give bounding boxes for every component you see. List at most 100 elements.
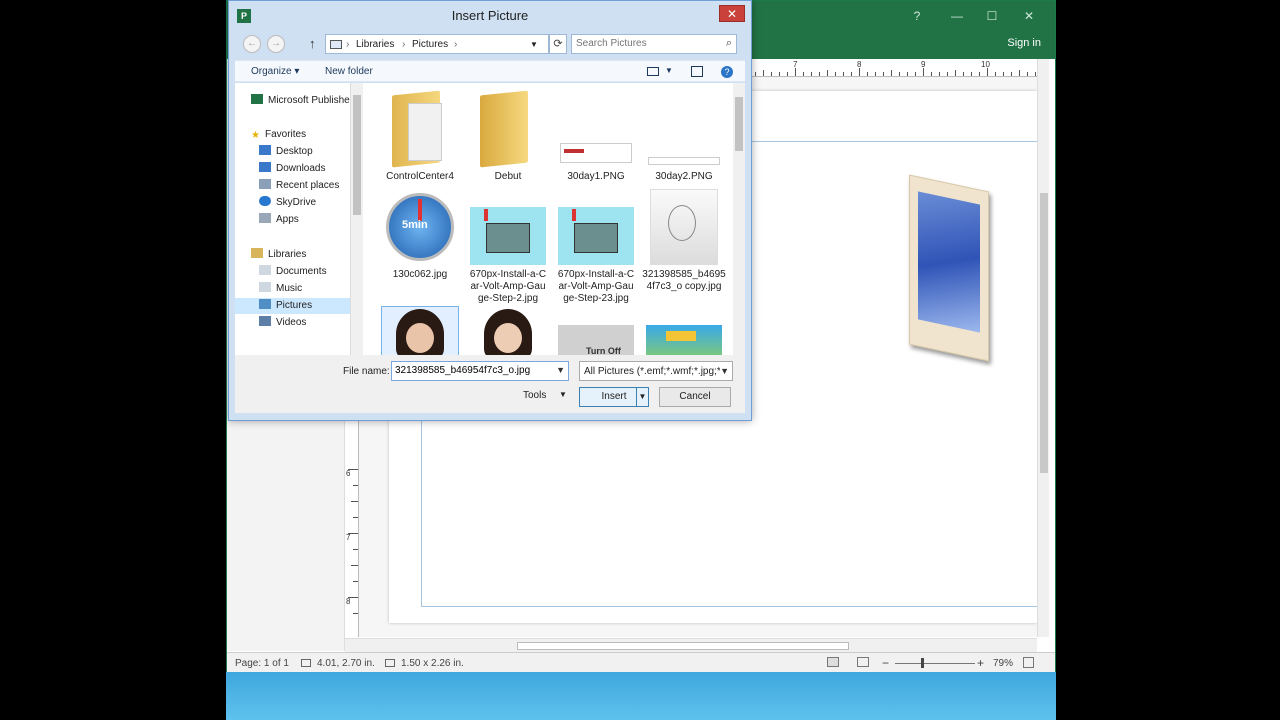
file-item[interactable]: 670px-Install-a-C ar-Volt-Amp-Gau ge-Ste… [465,189,551,305]
publisher-icon [251,94,263,104]
single-page-view-icon[interactable] [827,657,839,667]
file-item[interactable]: 5min 130c062.jpg [377,189,463,281]
apps-icon [259,213,271,223]
file-item-selected[interactable] [377,306,463,355]
breadcrumb-separator: › [346,39,350,50]
new-folder-button[interactable]: New folder [325,66,373,77]
scroll-thumb[interactable] [1040,193,1048,473]
file-name: 130c062.jpg [392,269,448,280]
file-name-line: ar-Volt-Amp-Gau [470,281,546,292]
command-toolbar: Organize ▾ New folder ▼ ? [235,60,745,82]
libraries-icon [251,248,263,258]
chevron-down-icon[interactable]: ▼ [559,390,567,399]
file-item[interactable]: 321398585_b4695 4f7c3_o copy.jpg [641,189,727,293]
file-item[interactable]: 30day1.PNG [553,91,639,183]
nav-favorites-header[interactable]: ★ Favorites [251,127,306,143]
chevron-down-icon[interactable]: ▼ [530,40,538,49]
file-name: ControlCenter4 [386,171,454,182]
tools-menu[interactable]: Tools [523,390,546,401]
zoom-in-icon[interactable]: + [977,656,984,670]
nav-item-recent-places[interactable]: Recent places [259,178,339,194]
file-name-combobox[interactable]: ▼ [391,361,569,381]
file-item[interactable]: 30day2.PNG [641,91,727,183]
file-list-scrollbar[interactable] [733,83,745,355]
zoom-slider-handle[interactable] [921,658,924,668]
help-icon[interactable]: ? [721,66,733,78]
file-item[interactable] [465,307,551,355]
maximize-button[interactable]: ☐ [982,9,1002,23]
dialog-title: Insert Picture [451,8,529,23]
nav-item-music[interactable]: Music [259,281,302,297]
file-type-select[interactable]: All Pictures (*.emf;*.wmf;*.jpg;* ▼ [579,361,733,381]
help-button[interactable]: ? [907,9,927,23]
search-icon[interactable]: ⌕ [726,37,732,50]
preview-pane-icon[interactable] [691,66,703,77]
breadcrumb-pictures[interactable]: Pictures [412,39,448,50]
up-arrow-icon[interactable]: ↑ [309,36,316,51]
library-icon [330,40,342,49]
zoom-slider[interactable] [895,663,975,664]
file-item[interactable]: Turn Off [553,307,639,355]
nav-item-pictures[interactable]: Pictures [235,298,350,314]
ruler-number: 7 [346,533,351,542]
file-name: 30day1.PNG [567,171,625,182]
breadcrumb-separator: › [402,39,406,50]
close-window-button[interactable]: ✕ [1019,9,1039,23]
ruler-number: 8 [346,597,351,606]
page-indicator[interactable]: Page: 1 of 1 [235,658,289,669]
back-arrow-icon[interactable]: ← [243,35,261,53]
search-box[interactable]: ⌕ [571,34,737,54]
file-name-input[interactable] [395,365,553,376]
zoom-out-icon[interactable]: − [882,656,889,670]
scroll-thumb[interactable] [735,97,743,151]
nav-libraries-header[interactable]: Libraries [251,247,306,263]
framed-picture[interactable] [909,174,989,362]
insert-options-arrow[interactable]: ▼ [636,388,648,406]
nav-item-skydrive[interactable]: SkyDrive [259,195,316,211]
address-bar[interactable]: › Libraries › Pictures › ▼ [325,34,549,54]
file-item[interactable] [641,307,727,355]
zoom-level[interactable]: 79% [993,658,1013,669]
chevron-down-icon[interactable]: ▼ [720,366,729,376]
file-item[interactable]: Debut [465,90,551,183]
file-item[interactable]: ControlCenter4 [377,90,463,183]
nav-item-documents[interactable]: Documents [259,264,327,280]
breadcrumb-separator: › [454,39,458,50]
two-page-view-icon[interactable] [857,657,869,667]
nav-item-apps[interactable]: Apps [259,212,299,228]
file-name-line: 4f7c3_o copy.jpg [646,281,722,292]
nav-item-downloads[interactable]: Downloads [259,161,325,177]
view-options-icon[interactable]: ▼ [665,66,673,75]
file-name: 30day2.PNG [655,171,713,182]
refresh-icon[interactable]: ⟳ [549,34,567,54]
cancel-button[interactable]: Cancel [659,387,731,407]
image-thumbnail [558,91,634,167]
status-bar: Page: 1 of 1 4.01, 2.70 in. 1.50 x 2.26 … [227,652,1055,672]
fit-page-icon[interactable] [1023,657,1034,668]
sign-in-link[interactable]: Sign in [1007,37,1041,49]
forward-arrow-icon[interactable]: → [267,35,285,53]
minimize-button[interactable]: — [947,9,967,23]
dialog-close-button[interactable]: ✕ [719,5,745,22]
search-input[interactable] [576,38,716,49]
horizontal-scrollbar[interactable] [345,638,1037,652]
scroll-thumb[interactable] [517,642,849,650]
insert-button[interactable]: Insert ▼ [579,387,649,407]
nav-pane-scrollbar[interactable] [351,83,363,355]
scroll-thumb[interactable] [353,95,361,215]
file-name-line: ge-Step-2.jpg [477,293,539,304]
file-item[interactable]: 670px-Install-a-C ar-Volt-Amp-Gau ge-Ste… [553,189,639,305]
ruler-number: 10 [981,60,990,69]
breadcrumb-libraries[interactable]: Libraries [356,39,394,50]
portrait-thumbnail [381,306,459,355]
object-size: 1.50 x 2.26 in. [401,658,464,669]
nav-item-desktop[interactable]: Desktop [259,144,313,160]
nav-item-microsoft-publisher[interactable]: Microsoft Publisher [251,93,350,109]
nav-item-videos[interactable]: Videos [259,315,306,331]
object-position: 4.01, 2.70 in. [317,658,375,669]
organize-button[interactable]: Organize ▾ [251,66,299,77]
recent-places-icon [259,179,271,189]
vertical-scrollbar[interactable] [1037,59,1049,637]
change-view-icon[interactable] [647,67,659,76]
chevron-down-icon[interactable]: ▼ [556,365,565,375]
